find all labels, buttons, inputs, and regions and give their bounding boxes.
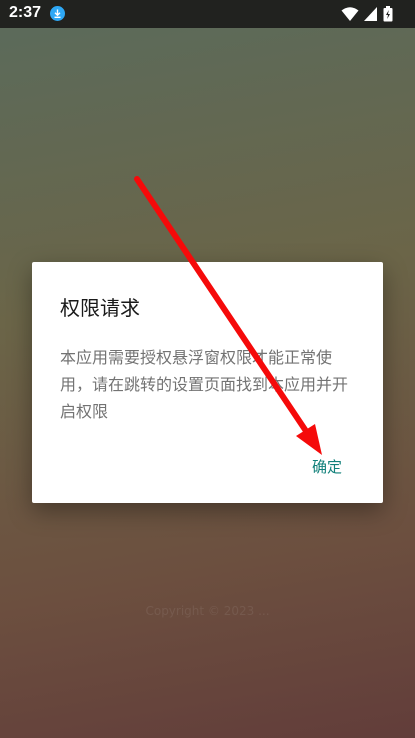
annotation-arrow: [134, 176, 322, 455]
arrow-shaft: [134, 176, 311, 437]
arrow-head-icon: [296, 424, 322, 455]
